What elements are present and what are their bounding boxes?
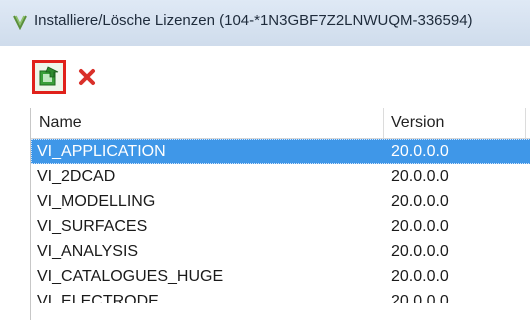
list-row[interactable]: VI_ELECTRODE 20.0.0.0 [31, 289, 530, 303]
list-row[interactable]: VI_CATALOGUES_HUGE 20.0.0.0 [31, 264, 530, 289]
list-row[interactable]: VI_APPLICATION 20.0.0.0 [31, 139, 530, 164]
license-name: VI_SURFACES [37, 218, 148, 235]
delete-x-icon [79, 69, 95, 85]
license-version: 20.0.0.0 [391, 293, 449, 303]
license-name: VI_2DCAD [37, 168, 116, 185]
list-rows: VI_APPLICATION 20.0.0.0 VI_2DCAD 20.0.0.0 VI… [31, 139, 530, 303]
license-version: 20.0.0.0 [391, 143, 449, 160]
license-name: VI_CATALOGUES_HUGE [37, 268, 224, 285]
delete-license-button[interactable] [76, 66, 98, 88]
column-header-version[interactable]: Version [391, 114, 444, 132]
app-license-icon [13, 15, 27, 30]
license-version: 20.0.0.0 [391, 168, 449, 185]
column-header-name[interactable]: Name [39, 114, 82, 132]
column-separator[interactable] [383, 108, 384, 138]
title-bar: Installiere/Lösche Lizenzen (104-*1N3GBF… [0, 0, 530, 47]
list-row[interactable]: VI_MODELLING 20.0.0.0 [31, 189, 530, 214]
install-license-icon [39, 66, 59, 86]
license-version: 20.0.0.0 [391, 268, 449, 285]
license-version: 20.0.0.0 [391, 218, 449, 235]
license-version: 20.0.0.0 [391, 193, 449, 210]
toolbar [0, 46, 530, 108]
list-row[interactable]: VI_ANALYSIS 20.0.0.0 [31, 239, 530, 264]
license-version: 20.0.0.0 [391, 243, 449, 260]
install-license-button[interactable] [32, 60, 66, 94]
list-row[interactable]: VI_2DCAD 20.0.0.0 [31, 164, 530, 189]
column-separator[interactable] [525, 108, 526, 138]
license-name: VI_MODELLING [37, 193, 156, 210]
license-name: VI_APPLICATION [37, 143, 166, 160]
list-row[interactable]: VI_SURFACES 20.0.0.0 [31, 214, 530, 239]
window-title: Installiere/Lösche Lizenzen (104-*1N3GBF… [34, 12, 473, 29]
license-name: VI_ANALYSIS [37, 243, 139, 260]
list-header: Name Version [31, 108, 530, 139]
license-name: VI_ELECTRODE [37, 293, 159, 303]
license-list: Name Version VI_APPLICATION 20.0.0.0 VI_2D… [30, 108, 530, 320]
